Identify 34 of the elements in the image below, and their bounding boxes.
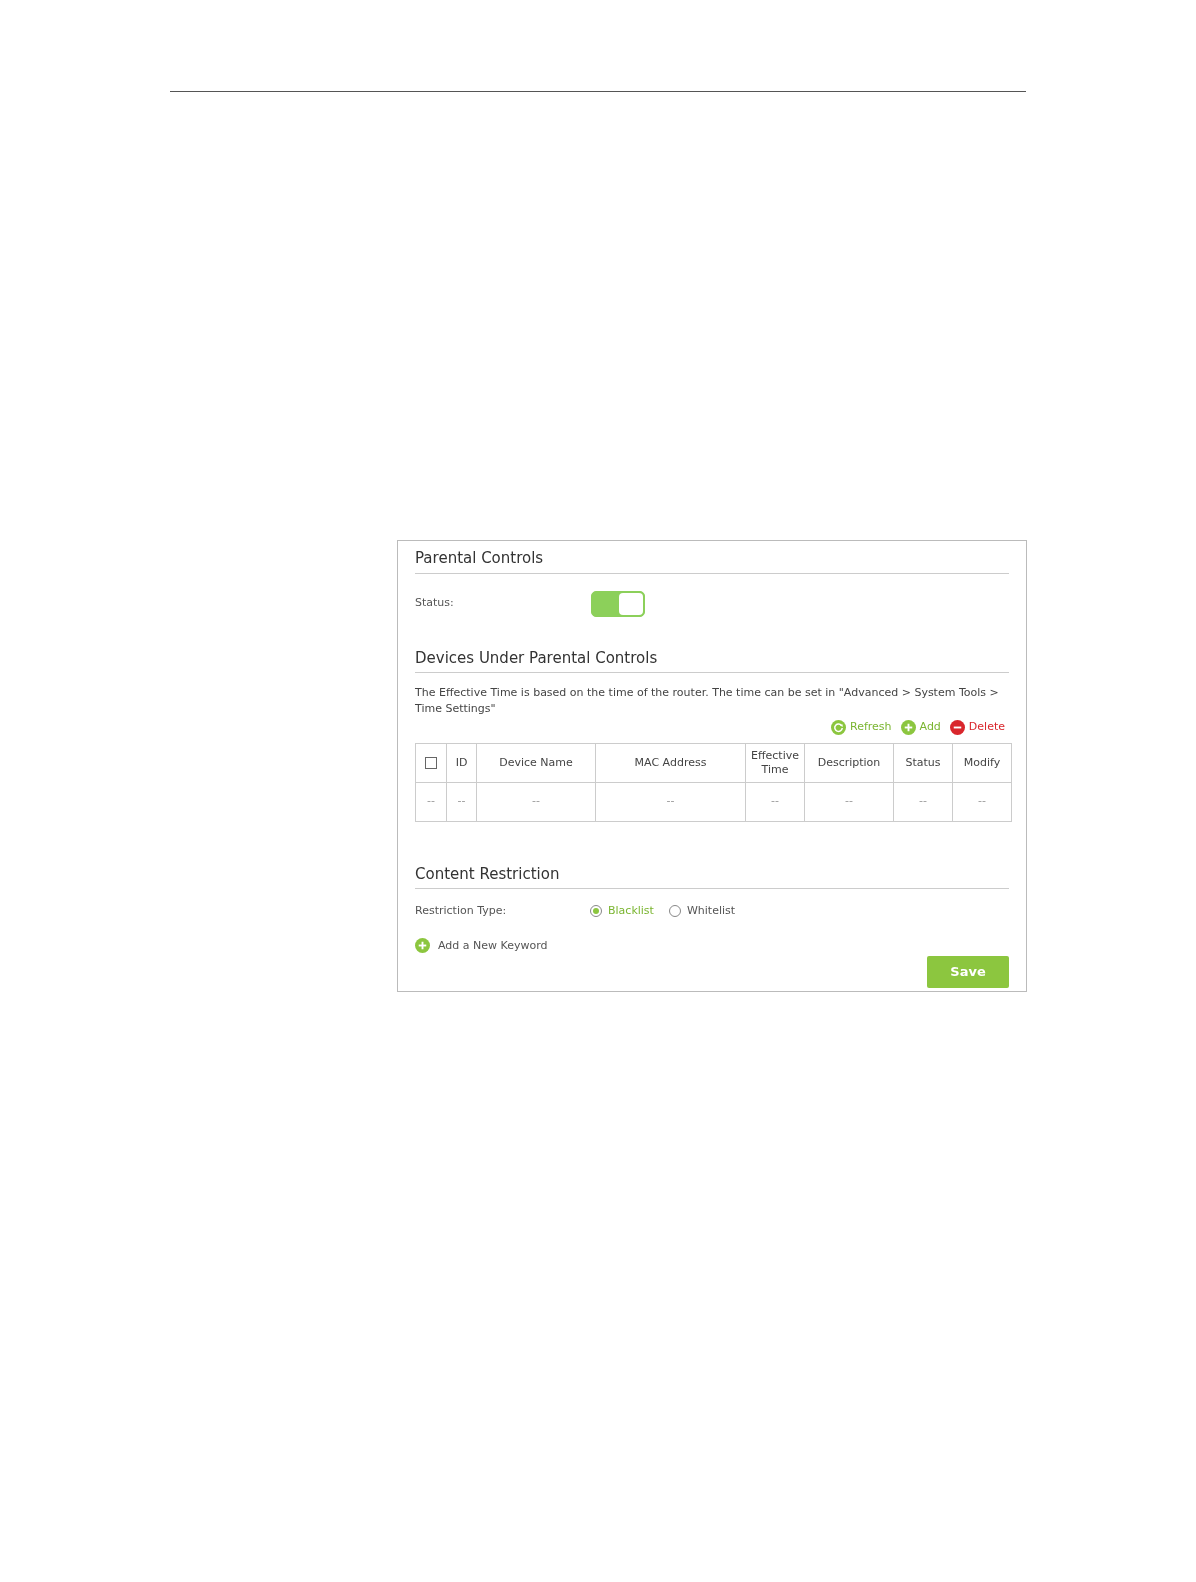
table-cell: -- [476,782,596,821]
radio-option[interactable]: Whitelist [668,903,736,920]
save-button[interactable]: Save [927,956,1009,988]
restriction-type-label: Restriction Type: [415,903,508,919]
table-cell: -- [952,782,1012,821]
refresh-icon [831,719,846,735]
column-header: Description [804,743,894,782]
column-header: Effective Time [745,743,805,782]
plus-icon [900,719,916,735]
status-label: Status: [415,595,455,612]
column-header: Status [893,743,953,782]
column-header: Device Name [476,743,596,782]
table-cell: -- [804,782,894,821]
table-cell: -- [745,782,805,821]
section-title: Parental Controls [415,547,1009,574]
table-cell: -- [893,782,953,821]
delete-button[interactable]: Delete [949,719,1005,736]
add-keyword-button[interactable]: Add a New Keyword [415,937,548,954]
info-text: The Effective Time is based on the time of the router. The time can be set in "Advanced > System Tools > Time Settings" [415,685,1000,717]
add-button[interactable]: Add [900,719,941,736]
minus-icon [949,719,965,735]
toggle-switch[interactable] [591,590,645,617]
section-title: Content Restriction [415,862,1009,889]
radio-option[interactable]: Blacklist [590,903,654,920]
refresh-button[interactable]: Refresh [831,719,892,736]
plus-icon [415,938,430,954]
column-header: ID [446,743,477,782]
column-header: Modify [952,743,1012,782]
section-title: Devices Under Parental Controls [415,646,1009,673]
table-cell: -- [446,782,477,821]
checkbox[interactable] [425,756,437,769]
column-header: MAC Address [595,743,746,782]
table-cell: -- [595,782,746,821]
table-cell: -- [415,782,447,821]
